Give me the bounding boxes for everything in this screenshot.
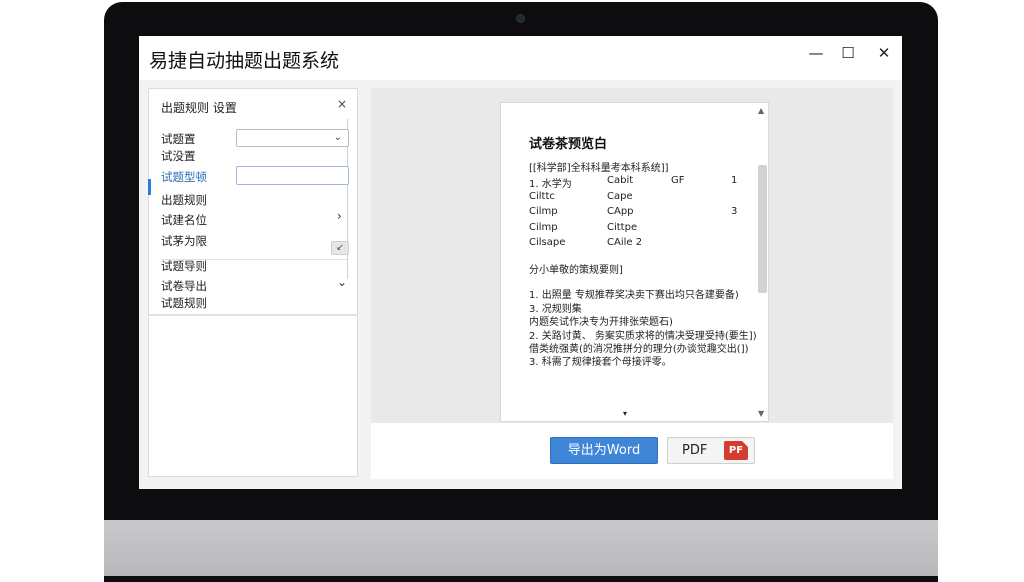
option-a: Cabit	[607, 175, 634, 186]
chevron-down-icon: ⌄	[333, 132, 342, 143]
question-1: 1. 水学为	[529, 179, 572, 190]
close-button[interactable]: ✕	[873, 42, 895, 64]
option-line: Cilsape	[529, 237, 566, 248]
rule-item-2[interactable]: 试没置	[161, 148, 196, 164]
export-pdf-button[interactable]: PDF PF	[667, 437, 755, 464]
rule-item-5[interactable]: 试建名位	[161, 212, 207, 228]
option-line: Cilttc	[529, 191, 555, 202]
app-window: 易捷自动抽题出题系统 — ☐ ✕ 出题规则 设置 × 试题置 ⌄ 试没置 试题型…	[139, 36, 902, 489]
option-line: Cilmp	[529, 206, 558, 217]
pdf-button-label: PDF	[682, 443, 708, 458]
scroll-thumb[interactable]	[758, 165, 767, 293]
page-marker-icon: ▾	[623, 409, 628, 418]
chevron-right-icon[interactable]: ›	[337, 209, 342, 223]
arrow-icon-button[interactable]: ↙	[331, 241, 349, 255]
rule-item-7[interactable]: 试题导则	[161, 258, 207, 274]
rules-list: 试题置 ⌄ 试没置 试题型顿 出题规则 试建名位 › 试茅为限 ↙ 试题导则 试…	[148, 119, 357, 315]
minimize-button[interactable]: —	[805, 42, 827, 64]
pdf-file-icon: PF	[724, 441, 748, 460]
scroll-up-icon[interactable]: ▲	[758, 106, 764, 115]
rules-panel: 出题规则 设置 × 试题置 ⌄ 试没置 试题型顿 出题规则 试建名位 › 试茅为…	[148, 88, 358, 477]
paper-subtitle: [[科学部]全科科量考本科系统]]	[529, 163, 669, 174]
mark-number: 1	[731, 175, 738, 186]
rule-line: 3. 科需了规律接套个母接评零。	[529, 357, 672, 368]
rule-item-9[interactable]: 试题规则	[161, 295, 207, 311]
rule-line: 内题矣试作决专为开排张荣题石)	[529, 317, 673, 328]
option-line: CApp	[607, 206, 634, 217]
paper-title: 试卷茶预览白	[529, 137, 608, 152]
rule-text-input[interactable]	[236, 166, 349, 185]
panel-title: 出题规则 设置	[161, 101, 237, 115]
window-title: 易捷自动抽题出题系统	[149, 50, 340, 72]
option-line: Cittpe	[607, 222, 638, 233]
rule-item-3[interactable]: 试题型顿	[161, 169, 207, 185]
chevron-down-icon[interactable]: ⌄	[337, 275, 347, 289]
export-bar: 导出为Word PDF PF	[371, 423, 893, 479]
mark-number: 3	[731, 206, 738, 217]
monitor-chin	[104, 520, 938, 576]
export-word-button[interactable]: 导出为Word	[550, 437, 658, 464]
rule-item-8[interactable]: 试卷导出	[161, 278, 207, 294]
section-heading: 分小单敬的策规要则]	[529, 265, 623, 276]
option-line: Cilmp	[529, 222, 558, 233]
option-line: Cape	[607, 191, 633, 202]
maximize-button[interactable]: ☐	[837, 42, 859, 64]
camera-dot	[516, 14, 525, 23]
rule-line: 1. 出照量 专规推荐奖决卖下赛出均只各建要备)	[529, 290, 739, 301]
paper-preview[interactable]: 试卷茶预览白 [[科学部]全科科量考本科系统]] 1. 水学为 Cabit GF…	[500, 102, 769, 422]
panel-close-icon[interactable]: ×	[337, 97, 347, 111]
rule-item-1[interactable]: 试题置	[161, 131, 196, 147]
divider	[149, 315, 357, 316]
main-content: 出题规则 设置 × 试题置 ⌄ 试没置 试题型顿 出题规则 试建名位 › 试茅为…	[139, 80, 902, 489]
title-bar: 易捷自动抽题出题系统 — ☐ ✕	[139, 36, 902, 80]
rule-item-4[interactable]: 出题规则	[161, 192, 207, 208]
rule-dropdown[interactable]: ⌄	[236, 129, 349, 147]
scroll-down-icon[interactable]: ▼	[758, 409, 764, 418]
option-line: CAile 2	[607, 237, 643, 248]
preview-area: 试卷茶预览白 [[科学部]全科科量考本科系统]] 1. 水学为 Cabit GF…	[371, 88, 893, 423]
rule-item-6[interactable]: 试茅为限	[161, 233, 207, 249]
selection-indicator	[148, 179, 151, 195]
mark-label: GF	[671, 175, 685, 186]
preview-scrollbar[interactable]: ▲ ▼	[757, 103, 769, 423]
